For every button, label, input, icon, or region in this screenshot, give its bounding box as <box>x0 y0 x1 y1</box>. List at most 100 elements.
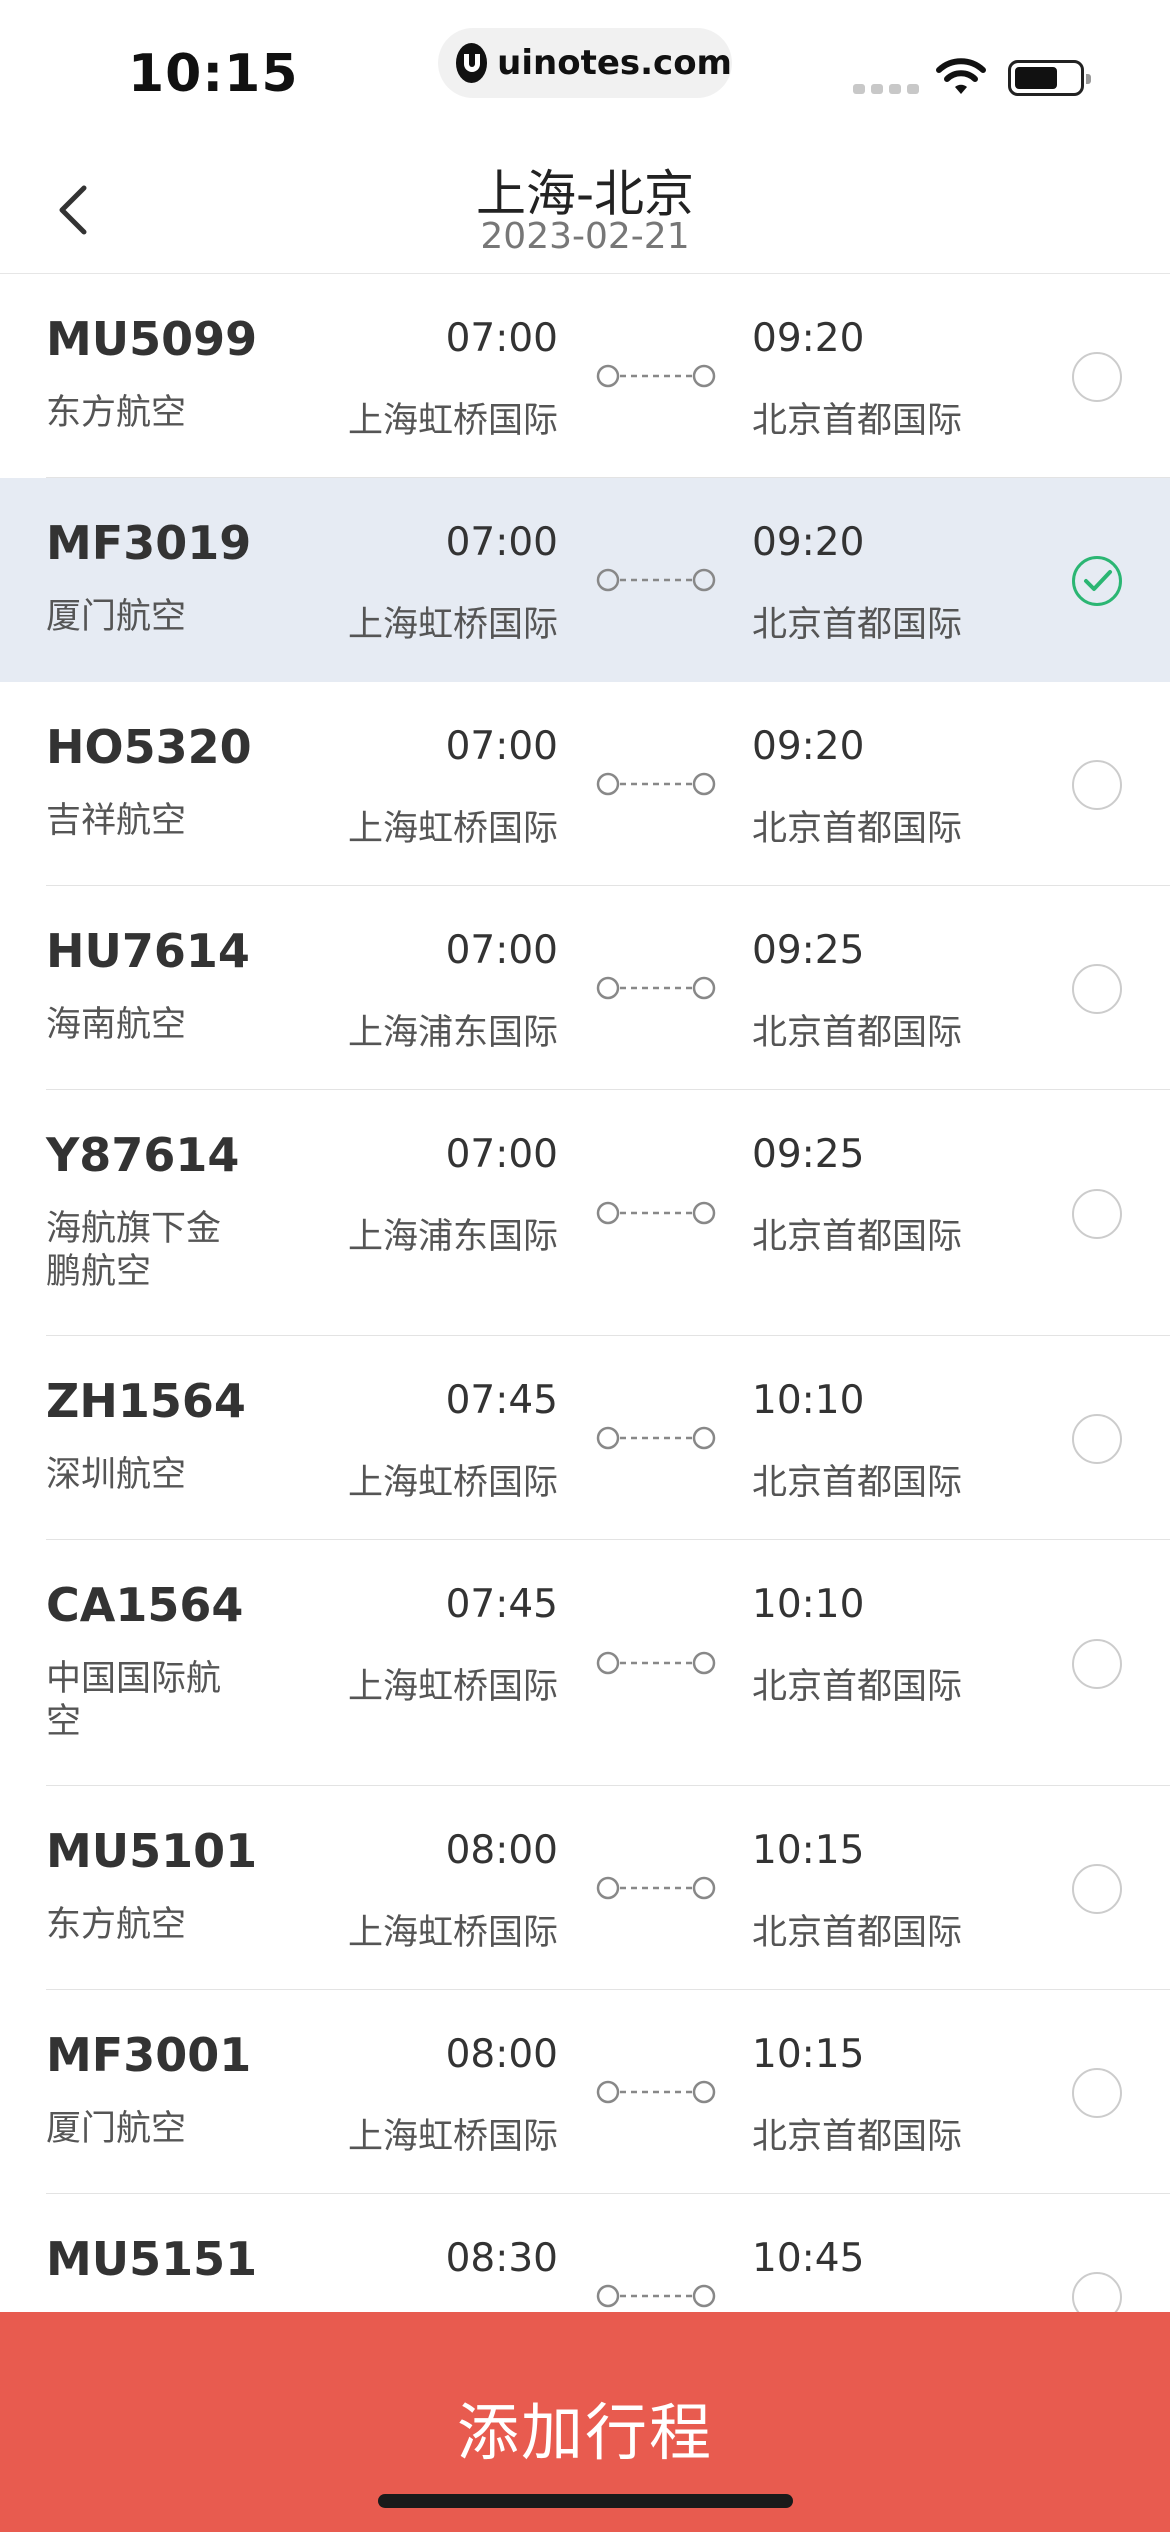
flight-row[interactable]: MU5099 东方航空 07:00 上海虹桥国际 09:20 北京首都国际 <box>0 274 1170 478</box>
flight-number: ZH1564 <box>46 1374 246 1428</box>
checkmark-icon <box>1084 570 1112 591</box>
departure-time: 07:45 <box>445 1378 558 1423</box>
flight-number: MU5099 <box>46 312 258 366</box>
arrival-time: 10:15 <box>752 1828 865 1873</box>
arrival-time: 10:45 <box>752 2236 865 2281</box>
arrival-airport: 北京首都国际 <box>752 2117 963 2157</box>
arrival-airport: 北京首都国际 <box>752 1667 963 1707</box>
airline-name: 厦门航空 <box>46 597 187 637</box>
flight-number: Y87614 <box>46 1128 240 1182</box>
flight-number: MU5101 <box>46 1824 258 1878</box>
departure-time: 07:00 <box>445 1132 558 1177</box>
departure-time: 08:00 <box>445 1828 558 1873</box>
departure-airport: 上海虹桥国际 <box>347 2117 558 2157</box>
nav-header: 上海-北京 2023-02-21 <box>0 140 1170 274</box>
route-connector-icon <box>596 2284 716 2308</box>
arrival-airport: 北京首都国际 <box>752 1217 963 1257</box>
departure-airport: 上海虹桥国际 <box>347 809 558 849</box>
departure-airport: 上海浦东国际 <box>347 1217 558 1257</box>
departure-airport: 上海虹桥国际 <box>347 605 558 645</box>
departure-airport: 上海虹桥国际 <box>347 1913 558 1953</box>
airline-name: 东方航空 <box>46 393 187 433</box>
arrival-time: 09:20 <box>752 520 865 565</box>
arrival-airport: 北京首都国际 <box>752 605 963 645</box>
select-radio[interactable] <box>1072 2068 1122 2118</box>
airline-name: 海南航空 <box>46 1005 187 1045</box>
select-radio[interactable] <box>1072 1864 1122 1914</box>
flight-number: MU5151 <box>46 2232 258 2286</box>
arrival-airport: 北京首都国际 <box>752 1463 963 1503</box>
departure-time: 07:00 <box>445 316 558 361</box>
airline-name: 海航旗下金鹏航空 <box>46 1209 222 1292</box>
arrival-airport: 北京首都国际 <box>752 1913 963 1953</box>
arrival-airport: 北京首都国际 <box>752 1013 963 1053</box>
url-text: uinotes.com <box>497 43 732 83</box>
arrival-time: 10:10 <box>752 1582 865 1627</box>
site-logo-icon <box>456 43 488 83</box>
cellular-signal-icon <box>853 84 919 94</box>
select-radio[interactable] <box>1072 1639 1122 1689</box>
departure-time: 07:45 <box>445 1582 558 1627</box>
flight-number: HU7614 <box>46 924 250 978</box>
wifi-icon <box>936 58 986 94</box>
select-radio[interactable] <box>1072 760 1122 810</box>
travel-date: 2023-02-21 <box>480 216 690 257</box>
status-time: 10:15 <box>128 44 299 104</box>
add-itinerary-label: 添加行程 <box>456 2396 713 2469</box>
airline-name: 深圳航空 <box>46 1455 187 1495</box>
route-connector-icon <box>596 1651 716 1675</box>
airline-name: 厦门航空 <box>46 2109 187 2149</box>
departure-airport: 上海浦东国际 <box>347 1013 558 1053</box>
flight-number: MF3001 <box>46 2028 252 2082</box>
route-connector-icon <box>596 1201 716 1225</box>
url-pill[interactable]: uinotes.com <box>438 28 732 98</box>
flight-number: HO5320 <box>46 720 252 774</box>
departure-time: 07:00 <box>445 928 558 973</box>
arrival-time: 09:25 <box>752 928 865 973</box>
flight-row[interactable]: HO5320 吉祥航空 07:00 上海虹桥国际 09:20 北京首都国际 <box>0 682 1170 886</box>
route-connector-icon <box>596 772 716 796</box>
departure-airport: 上海虹桥国际 <box>347 401 558 441</box>
departure-time: 07:00 <box>445 520 558 565</box>
route-connector-icon <box>596 2080 716 2104</box>
airline-name: 中国国际航空 <box>46 1659 222 1742</box>
select-radio[interactable] <box>1072 964 1122 1014</box>
departure-time: 08:30 <box>445 2236 558 2281</box>
airline-name: 东方航空 <box>46 1905 187 1945</box>
flight-row[interactable]: MU5101 东方航空 08:00 上海虹桥国际 10:15 北京首都国际 <box>0 1786 1170 1990</box>
arrival-airport: 北京首都国际 <box>752 401 963 441</box>
route-connector-icon <box>596 1876 716 1900</box>
flight-row[interactable]: CA1564 中国国际航空 07:45 上海虹桥国际 10:10 北京首都国际 <box>0 1540 1170 1786</box>
add-itinerary-button[interactable]: 添加行程 <box>0 2312 1170 2532</box>
flight-row[interactable]: MF3001 厦门航空 08:00 上海虹桥国际 10:15 北京首都国际 <box>0 1990 1170 2194</box>
arrival-time: 09:25 <box>752 1132 865 1177</box>
departure-airport: 上海虹桥国际 <box>347 1667 558 1707</box>
arrival-time: 10:15 <box>752 2032 865 2077</box>
flight-row[interactable]: Y87614 海航旗下金鹏航空 07:00 上海浦东国际 09:25 北京首都国… <box>0 1090 1170 1336</box>
arrival-time: 09:20 <box>752 724 865 769</box>
battery-icon <box>1008 60 1091 96</box>
flight-number: CA1564 <box>46 1578 244 1632</box>
airline-name: 吉祥航空 <box>46 801 187 841</box>
select-radio[interactable] <box>1072 1189 1122 1239</box>
arrival-time: 10:10 <box>752 1378 865 1423</box>
arrival-airport: 北京首都国际 <box>752 809 963 849</box>
arrival-time: 09:20 <box>752 316 865 361</box>
flight-row-selected[interactable]: MF3019 厦门航空 07:00 上海虹桥国际 09:20 北京首都国际 <box>0 478 1170 682</box>
departure-airport: 上海虹桥国际 <box>347 1463 558 1503</box>
select-radio-checked[interactable] <box>1072 556 1122 606</box>
flight-row[interactable]: HU7614 海南航空 07:00 上海浦东国际 09:25 北京首都国际 <box>0 886 1170 1090</box>
route-connector-icon <box>596 1426 716 1450</box>
departure-time: 08:00 <box>445 2032 558 2077</box>
flight-row[interactable]: ZH1564 深圳航空 07:45 上海虹桥国际 10:10 北京首都国际 <box>0 1336 1170 1540</box>
flight-list: MU5099 东方航空 07:00 上海虹桥国际 09:20 北京首都国际 MF… <box>0 274 1170 2398</box>
select-radio[interactable] <box>1072 1414 1122 1464</box>
status-bar: 10:15 uinotes.com <box>0 0 1170 140</box>
route-connector-icon <box>596 568 716 592</box>
flight-number: MF3019 <box>46 516 252 570</box>
select-radio[interactable] <box>1072 352 1122 402</box>
route-connector-icon <box>596 364 716 388</box>
departure-time: 07:00 <box>445 724 558 769</box>
route-connector-icon <box>596 976 716 1000</box>
home-indicator[interactable] <box>378 2494 793 2508</box>
